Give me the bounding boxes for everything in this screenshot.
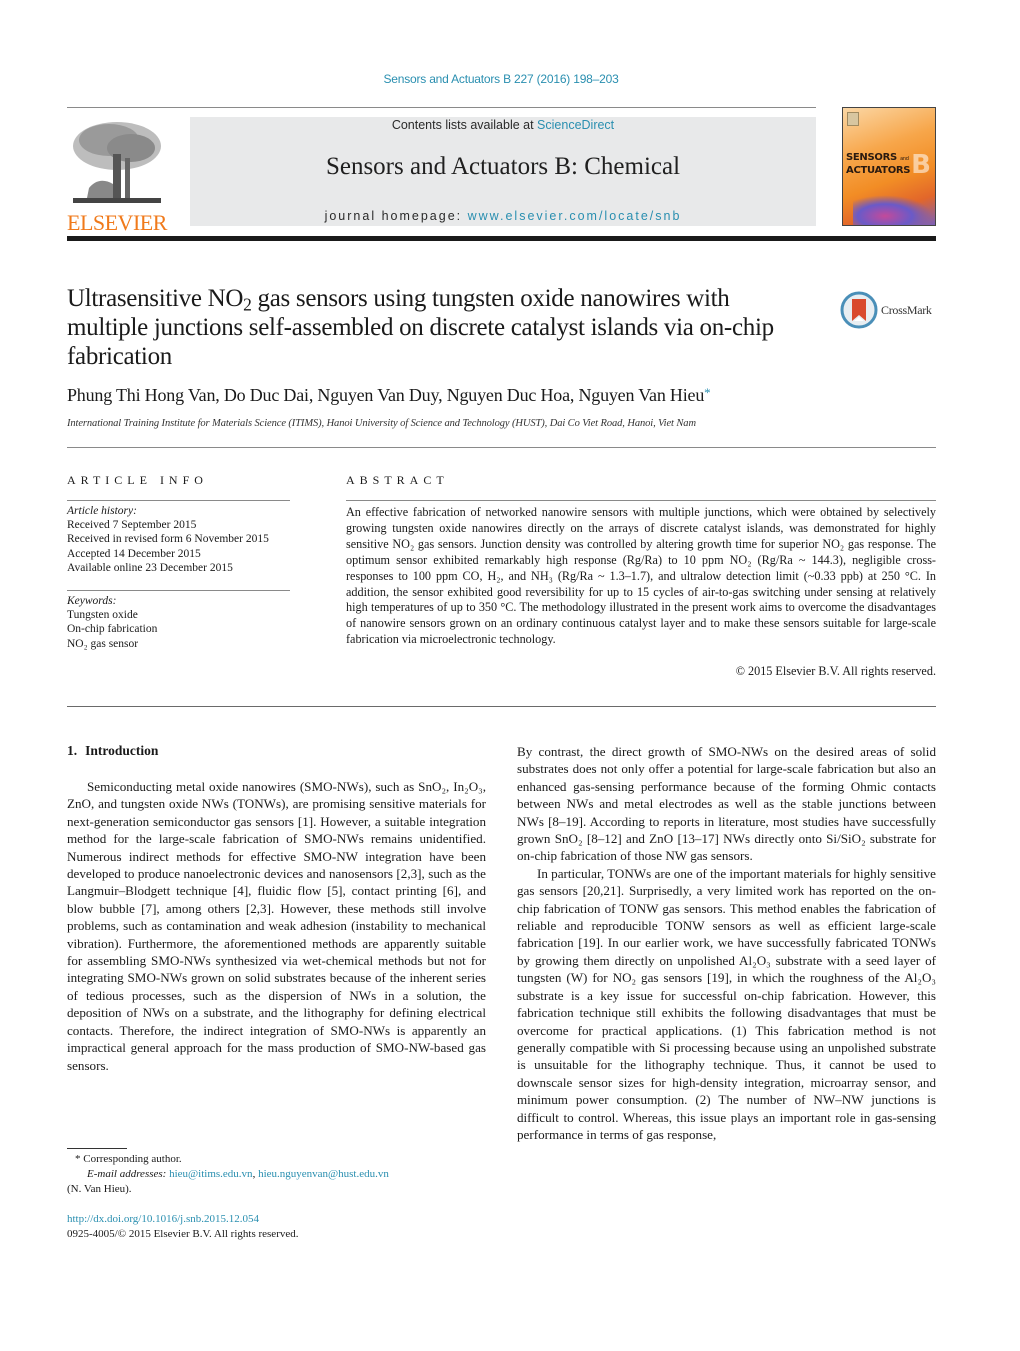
history-received: Received 7 September 2015	[67, 519, 197, 532]
corresponding-author-note: * Corresponding author.	[75, 1153, 182, 1165]
cover-title: SENSORS and ACTUATORS	[846, 152, 911, 176]
cover-logo-icon	[847, 112, 859, 126]
elsevier-tree-icon	[73, 122, 161, 203]
footnotes: * Corresponding author. E-mail addresses…	[67, 1152, 487, 1197]
article-info-heading: ARTICLE INFO	[67, 473, 208, 487]
sciencedirect-link[interactable]: ScienceDirect	[537, 118, 614, 132]
history-revised: Received in revised form 6 November 2015	[67, 533, 269, 546]
doi-link[interactable]: http://dx.doi.org/10.1016/j.snb.2015.12.…	[67, 1213, 259, 1225]
paragraph: Semiconducting metal oxide nanowires (SM…	[67, 779, 486, 1073]
section-number: 1.	[67, 743, 78, 758]
authors-text: Phung Thi Hong Van, Do Duc Dai, Nguyen V…	[67, 385, 705, 405]
history-label: Article history:	[67, 505, 137, 517]
crossmark-button[interactable]: CrossMark	[840, 290, 940, 330]
keywords: Keywords: Tungsten oxide On-chip fabrica…	[67, 594, 157, 651]
history-accepted: Accepted 14 December 2015	[67, 547, 201, 560]
affiliation-divider	[67, 447, 936, 448]
email-owner: (N. Van Hieu).	[67, 1183, 132, 1195]
abstract-copyright: © 2015 Elsevier B.V. All rights reserved…	[735, 664, 936, 678]
footnote-divider	[67, 1148, 127, 1149]
header-divider	[67, 107, 816, 108]
keywords-label: Keywords:	[67, 595, 117, 607]
article-info-divider	[67, 500, 290, 501]
article-history: Article history: Received 7 September 20…	[67, 504, 269, 575]
paragraph: In particular, TONWs are one of the impo…	[517, 865, 936, 1142]
cover-title-line2: ACTUATORS	[846, 165, 911, 176]
cover-title-and: and	[900, 156, 909, 162]
email-label: E-mail addresses:	[87, 1168, 170, 1180]
elsevier-wordmark: ELSEVIER	[67, 210, 167, 235]
crossmark-label: CrossMark	[881, 302, 932, 317]
abstract-heading: ABSTRACT	[346, 473, 449, 487]
keyword-item: On-chip fabrication	[67, 623, 158, 636]
title-part1: Ultrasensitive NO	[67, 285, 244, 312]
contents-prefix: Contents lists available at	[391, 118, 538, 132]
section-title: Introduction	[85, 743, 159, 758]
journal-cover[interactable]: B SENSORS and ACTUATORS	[842, 107, 936, 226]
keyword-item: Tungsten oxide	[67, 609, 138, 622]
journal-banner: Contents lists available at ScienceDirec…	[190, 117, 816, 226]
elsevier-logo[interactable]: ELSEVIER	[67, 118, 167, 235]
doi-block: http://dx.doi.org/10.1016/j.snb.2015.12.…	[67, 1212, 299, 1242]
body-column-right: By contrast, the direct growth of SMO-NW…	[517, 743, 936, 1143]
keyword-item: NO₂ gas sensor	[67, 637, 139, 650]
body-column-left: Semiconducting metal oxide nanowires (SM…	[67, 778, 486, 1074]
article-title: Ultrasensitive NO2 gas sensors using tun…	[67, 284, 807, 371]
cover-letter: B	[911, 150, 931, 180]
journal-citation[interactable]: Sensors and Actuators B 227 (2016) 198–2…	[0, 72, 1002, 86]
homepage-prefix: journal homepage:	[324, 209, 468, 223]
keywords-divider	[67, 590, 290, 591]
title-subscript: 2	[243, 294, 252, 315]
header-thick-rule	[67, 236, 936, 241]
paragraph: By contrast, the direct growth of SMO-NW…	[517, 744, 936, 864]
email-link-1[interactable]: hieu@itims.edu.vn	[169, 1168, 252, 1180]
email-link-2[interactable]: hieu.nguyenvan@hust.edu.vn	[258, 1168, 389, 1180]
cover-title-line1: SENSORS	[846, 152, 897, 163]
journal-name: Sensors and Actuators B: Chemical	[325, 153, 681, 180]
abstract-end-divider	[67, 706, 936, 707]
abstract-text: An effective fabrication of networked na…	[346, 505, 936, 647]
issn-copyright: 0925-4005/© 2015 Elsevier B.V. All right…	[67, 1228, 299, 1240]
affiliation: International Training Institute for Mat…	[67, 418, 696, 429]
journal-homepage: journal homepage: www.elsevier.com/locat…	[190, 209, 816, 223]
crossmark-icon	[840, 291, 878, 329]
homepage-link[interactable]: www.elsevier.com/locate/snb	[468, 209, 682, 223]
corresponding-author-mark[interactable]: *	[704, 385, 711, 400]
section-heading-introduction: 1. Introduction	[67, 743, 158, 759]
cover-artwork	[853, 195, 933, 225]
email-line: E-mail addresses: hieu@itims.edu.vn, hie…	[67, 1167, 487, 1182]
author-list: Phung Thi Hong Van, Do Duc Dai, Nguyen V…	[67, 385, 711, 406]
contents-line: Contents lists available at ScienceDirec…	[190, 118, 816, 132]
abstract-divider	[346, 500, 936, 501]
history-online: Available online 23 December 2015	[67, 561, 233, 574]
